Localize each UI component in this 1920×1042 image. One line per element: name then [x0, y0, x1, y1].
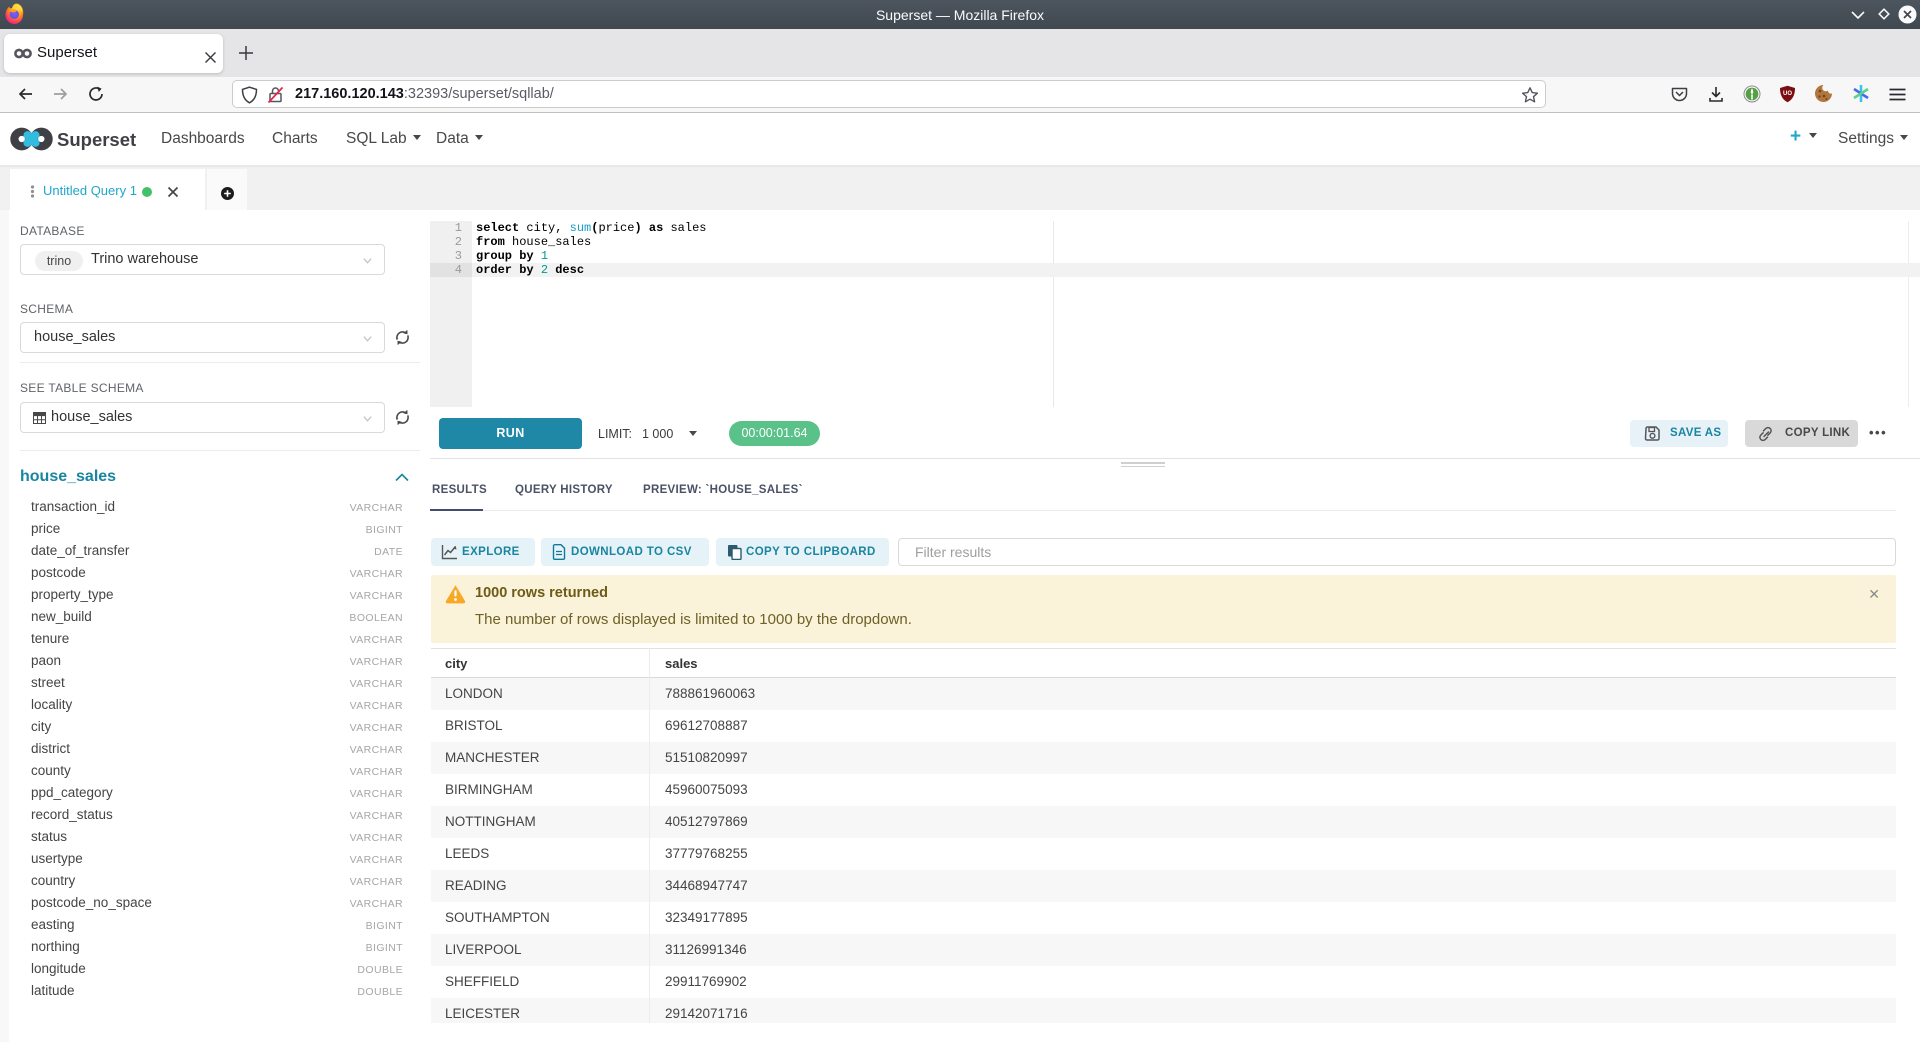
svg-text:UO: UO — [1783, 91, 1792, 97]
